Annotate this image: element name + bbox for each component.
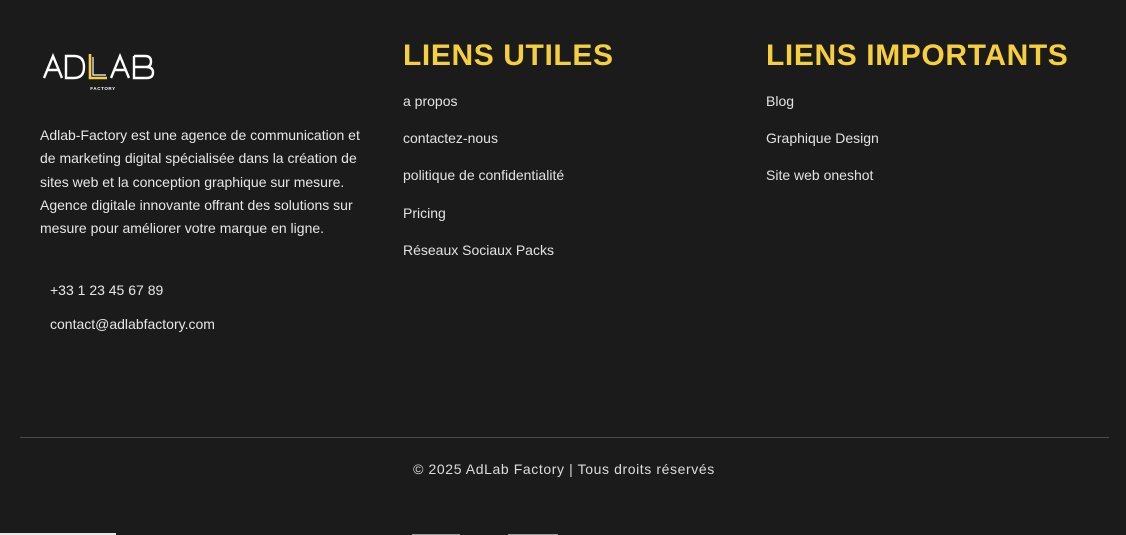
useful-links-list: a propos contactez-nous politique de con…: [403, 91, 614, 277]
list-item: politique de confidentialité: [403, 165, 614, 202]
list-item: Graphique Design: [766, 128, 1068, 165]
adlab-logo-link[interactable]: FACTORY: [40, 48, 162, 94]
link-reseaux-sociaux-packs[interactable]: Réseaux Sociaux Packs: [403, 242, 554, 258]
link-site-web-oneshot[interactable]: Site web oneshot: [766, 167, 873, 183]
link-pricing[interactable]: Pricing: [403, 205, 446, 221]
about-column: FACTORY Adlab-Factory est une agence de …: [40, 48, 370, 240]
link-a-propos[interactable]: a propos: [403, 93, 457, 109]
list-item: Site web oneshot: [766, 165, 1068, 202]
important-links-column: LIENS IMPORTANTS Blog Graphique Design S…: [766, 38, 1068, 203]
list-item: Blog: [766, 91, 1068, 128]
link-graphique-design[interactable]: Graphique Design: [766, 130, 879, 146]
logo-sub-text: FACTORY: [90, 86, 115, 91]
site-footer: FACTORY Adlab-Factory est une agence de …: [0, 0, 1126, 535]
phone-link[interactable]: +33 1 23 45 67 89: [50, 282, 163, 298]
link-politique-confidentialite[interactable]: politique de confidentialité: [403, 167, 564, 183]
link-blog[interactable]: Blog: [766, 93, 794, 109]
copyright-text: © 2025 AdLab Factory | Tous droits réser…: [413, 461, 715, 477]
list-item: Réseaux Sociaux Packs: [403, 240, 614, 277]
important-links-list: Blog Graphique Design Site web oneshot: [766, 91, 1068, 203]
email-link[interactable]: contact@adlabfactory.com: [50, 316, 215, 332]
important-links-title: LIENS IMPORTANTS: [766, 39, 1069, 72]
about-description: Adlab-Factory est une agence de communic…: [40, 127, 360, 237]
useful-links-column: LIENS UTILES a propos contactez-nous pol…: [403, 38, 614, 277]
link-contactez-nous[interactable]: contactez-nous: [403, 130, 498, 146]
footer-divider: [20, 437, 1109, 438]
list-item: Pricing: [403, 203, 614, 240]
list-item: contactez-nous: [403, 128, 614, 165]
useful-links-title: LIENS UTILES: [403, 39, 614, 72]
list-item: a propos: [403, 91, 614, 128]
adlab-logo: FACTORY: [42, 52, 155, 91]
